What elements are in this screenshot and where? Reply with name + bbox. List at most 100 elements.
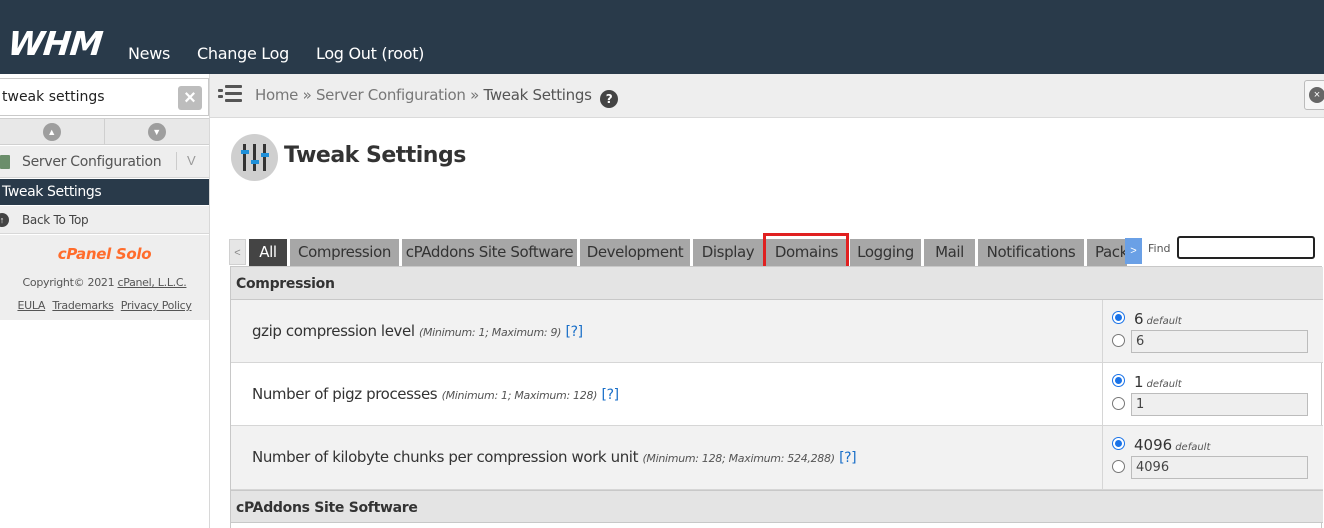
tab-mail[interactable]: Mail (924, 239, 975, 266)
setting-help-link[interactable]: [?] (839, 450, 857, 466)
settings-table: Compression gzip compression level (Mini… (230, 266, 1323, 528)
setting-range: (Minimum: 128; Maximum: 524,288) (642, 452, 835, 465)
tab-packages[interactable]: Pack (1087, 239, 1127, 266)
breadcrumb-sep: » (470, 86, 479, 104)
sidebar-search-input[interactable] (2, 87, 172, 107)
sidebar-category-server-configuration[interactable]: Server Configuration V (0, 146, 209, 178)
expand-all-button[interactable]: ▼ (105, 119, 210, 144)
sidebar-item-label: Tweak Settings (2, 184, 102, 200)
chevron-down-icon: ▼ (147, 122, 166, 141)
default-value: 1 default (1134, 373, 1182, 391)
custom-value-input[interactable]: 6 (1131, 330, 1308, 353)
nav-change-log-link[interactable]: Change Log (197, 44, 289, 64)
nav-logout-link[interactable]: Log Out (root) (316, 44, 424, 64)
eula-link[interactable]: EULA (17, 299, 45, 312)
sidebar-collapse-controls: ▲ ▼ (0, 118, 209, 145)
help-icon[interactable]: ? (600, 90, 619, 108)
arrow-up-icon: ↑ (0, 213, 9, 227)
setting-control: 1 default 1 (1102, 363, 1323, 426)
breadcrumb-sep: » (302, 86, 312, 104)
back-to-top-link[interactable]: ↑ Back To Top (0, 206, 209, 234)
setting-label: Number of pigz processes (252, 385, 438, 403)
custom-radio[interactable] (1112, 334, 1125, 347)
default-radio[interactable] (1112, 437, 1125, 450)
trademarks-link[interactable]: Trademarks (52, 299, 114, 312)
setting-label: Number of kilobyte chunks per compressio… (252, 448, 639, 466)
default-number: 6 (1134, 310, 1144, 328)
divider (176, 152, 177, 170)
setting-help-link[interactable]: [?] (602, 387, 620, 403)
section-header-compression: Compression (231, 267, 1323, 300)
tab-compression[interactable]: Compression (290, 239, 399, 266)
default-radio[interactable] (1112, 374, 1125, 387)
find-label: Find (1148, 242, 1171, 255)
whm-logo[interactable]: WHM (6, 24, 104, 63)
default-value: 4096 default (1134, 436, 1210, 454)
default-tag: default (1175, 442, 1211, 453)
sidebar-search: × (0, 78, 209, 116)
tab-logging[interactable]: Logging (850, 239, 921, 266)
find-input[interactable] (1177, 236, 1315, 259)
chevron-up-icon: ▲ (42, 122, 61, 141)
setting-control: 6 default 6 (1102, 300, 1323, 363)
page-title: Tweak Settings (284, 143, 466, 168)
cpanel-solo-logo: cPanel Solo (57, 245, 152, 263)
setting-row-compression-chunks: Number of kilobyte chunks per compressio… (231, 426, 1323, 490)
section-header-cpaddons: cPAddons Site Software (231, 490, 1323, 523)
setting-description: gzip compression level (Minimum: 1; Maxi… (252, 322, 583, 340)
setting-help-link[interactable]: [?] (566, 324, 584, 340)
copyright-text: Copyright© 2021 cPanel, L.L.C. (0, 276, 209, 289)
copyright-prefix: Copyright© 2021 (22, 276, 118, 289)
top-nav: News Change Log Log Out (root) (128, 44, 451, 64)
breadcrumb-bar: Home » Server Configuration » Tweak Sett… (210, 74, 1324, 118)
setting-control: 4096 default 4096 (1102, 426, 1323, 489)
clear-search-icon[interactable]: × (178, 86, 202, 110)
legal-links: EULA Trademarks Privacy Policy (0, 299, 209, 312)
setting-range: (Minimum: 1; Maximum: 9) (418, 326, 562, 339)
tweak-settings-icon (231, 134, 278, 181)
privacy-policy-link[interactable]: Privacy Policy (121, 299, 192, 312)
tab-development[interactable]: Development (580, 239, 690, 266)
setting-description: Number of kilobyte chunks per compressio… (252, 448, 857, 466)
cpanel-company-link[interactable]: cPanel, L.L.C. (117, 276, 186, 289)
tab-display[interactable]: Display (693, 239, 763, 266)
tabs-prev-button[interactable]: < (229, 239, 246, 265)
setting-description: Number of pigz processes (Minimum: 1; Ma… (252, 385, 619, 403)
back-to-top-label: Back To Top (22, 213, 89, 227)
default-tag: default (1146, 316, 1182, 327)
setting-row-gzip-level: gzip compression level (Minimum: 1; Maxi… (231, 300, 1323, 363)
default-value: 6 default (1134, 310, 1182, 328)
sidebar-footer: cPanel Solo Copyright© 2021 cPanel, L.L.… (0, 235, 209, 320)
close-panel-button[interactable]: × (1304, 80, 1324, 110)
tab-all[interactable]: All (249, 239, 287, 266)
setting-row-pigz-processes: Number of pigz processes (Minimum: 1; Ma… (231, 363, 1323, 426)
breadcrumb: Home » Server Configuration » Tweak Sett… (255, 86, 619, 108)
tabs-next-button[interactable]: > (1125, 238, 1142, 264)
tab-bar: < All Compression cPAddons Site Software… (229, 237, 1144, 266)
sidebar-category-label: Server Configuration (22, 154, 162, 170)
top-bar: WHM News Change Log Log Out (root) (0, 0, 1324, 74)
custom-value-input[interactable]: 1 (1131, 393, 1308, 416)
breadcrumb-current: Tweak Settings (483, 86, 592, 104)
sidebar-item-tweak-settings[interactable]: Tweak Settings (0, 179, 209, 205)
nav-news-link[interactable]: News (128, 44, 170, 64)
custom-radio[interactable] (1112, 460, 1125, 473)
close-icon: × (1309, 87, 1324, 103)
chevron-down-icon[interactable]: V (187, 153, 196, 168)
section-title: cPAddons Site Software (236, 500, 418, 516)
default-number: 1 (1134, 373, 1144, 391)
default-tag: default (1146, 379, 1182, 390)
default-number: 4096 (1134, 436, 1173, 454)
toggle-sidebar-icon[interactable] (218, 84, 242, 104)
tab-notifications[interactable]: Notifications (978, 239, 1084, 266)
collapse-all-button[interactable]: ▲ (0, 119, 105, 144)
custom-value-input[interactable]: 4096 (1131, 456, 1308, 479)
sidebar: × ▲ ▼ Server Configuration V Tweak Setti… (0, 74, 210, 528)
tab-cpaddons[interactable]: cPAddons Site Software (402, 239, 577, 266)
breadcrumb-home[interactable]: Home (255, 86, 298, 104)
breadcrumb-server-configuration[interactable]: Server Configuration (316, 86, 466, 104)
section-title: Compression (236, 276, 335, 292)
default-radio[interactable] (1112, 311, 1125, 324)
custom-radio[interactable] (1112, 397, 1125, 410)
setting-label: gzip compression level (252, 322, 415, 340)
